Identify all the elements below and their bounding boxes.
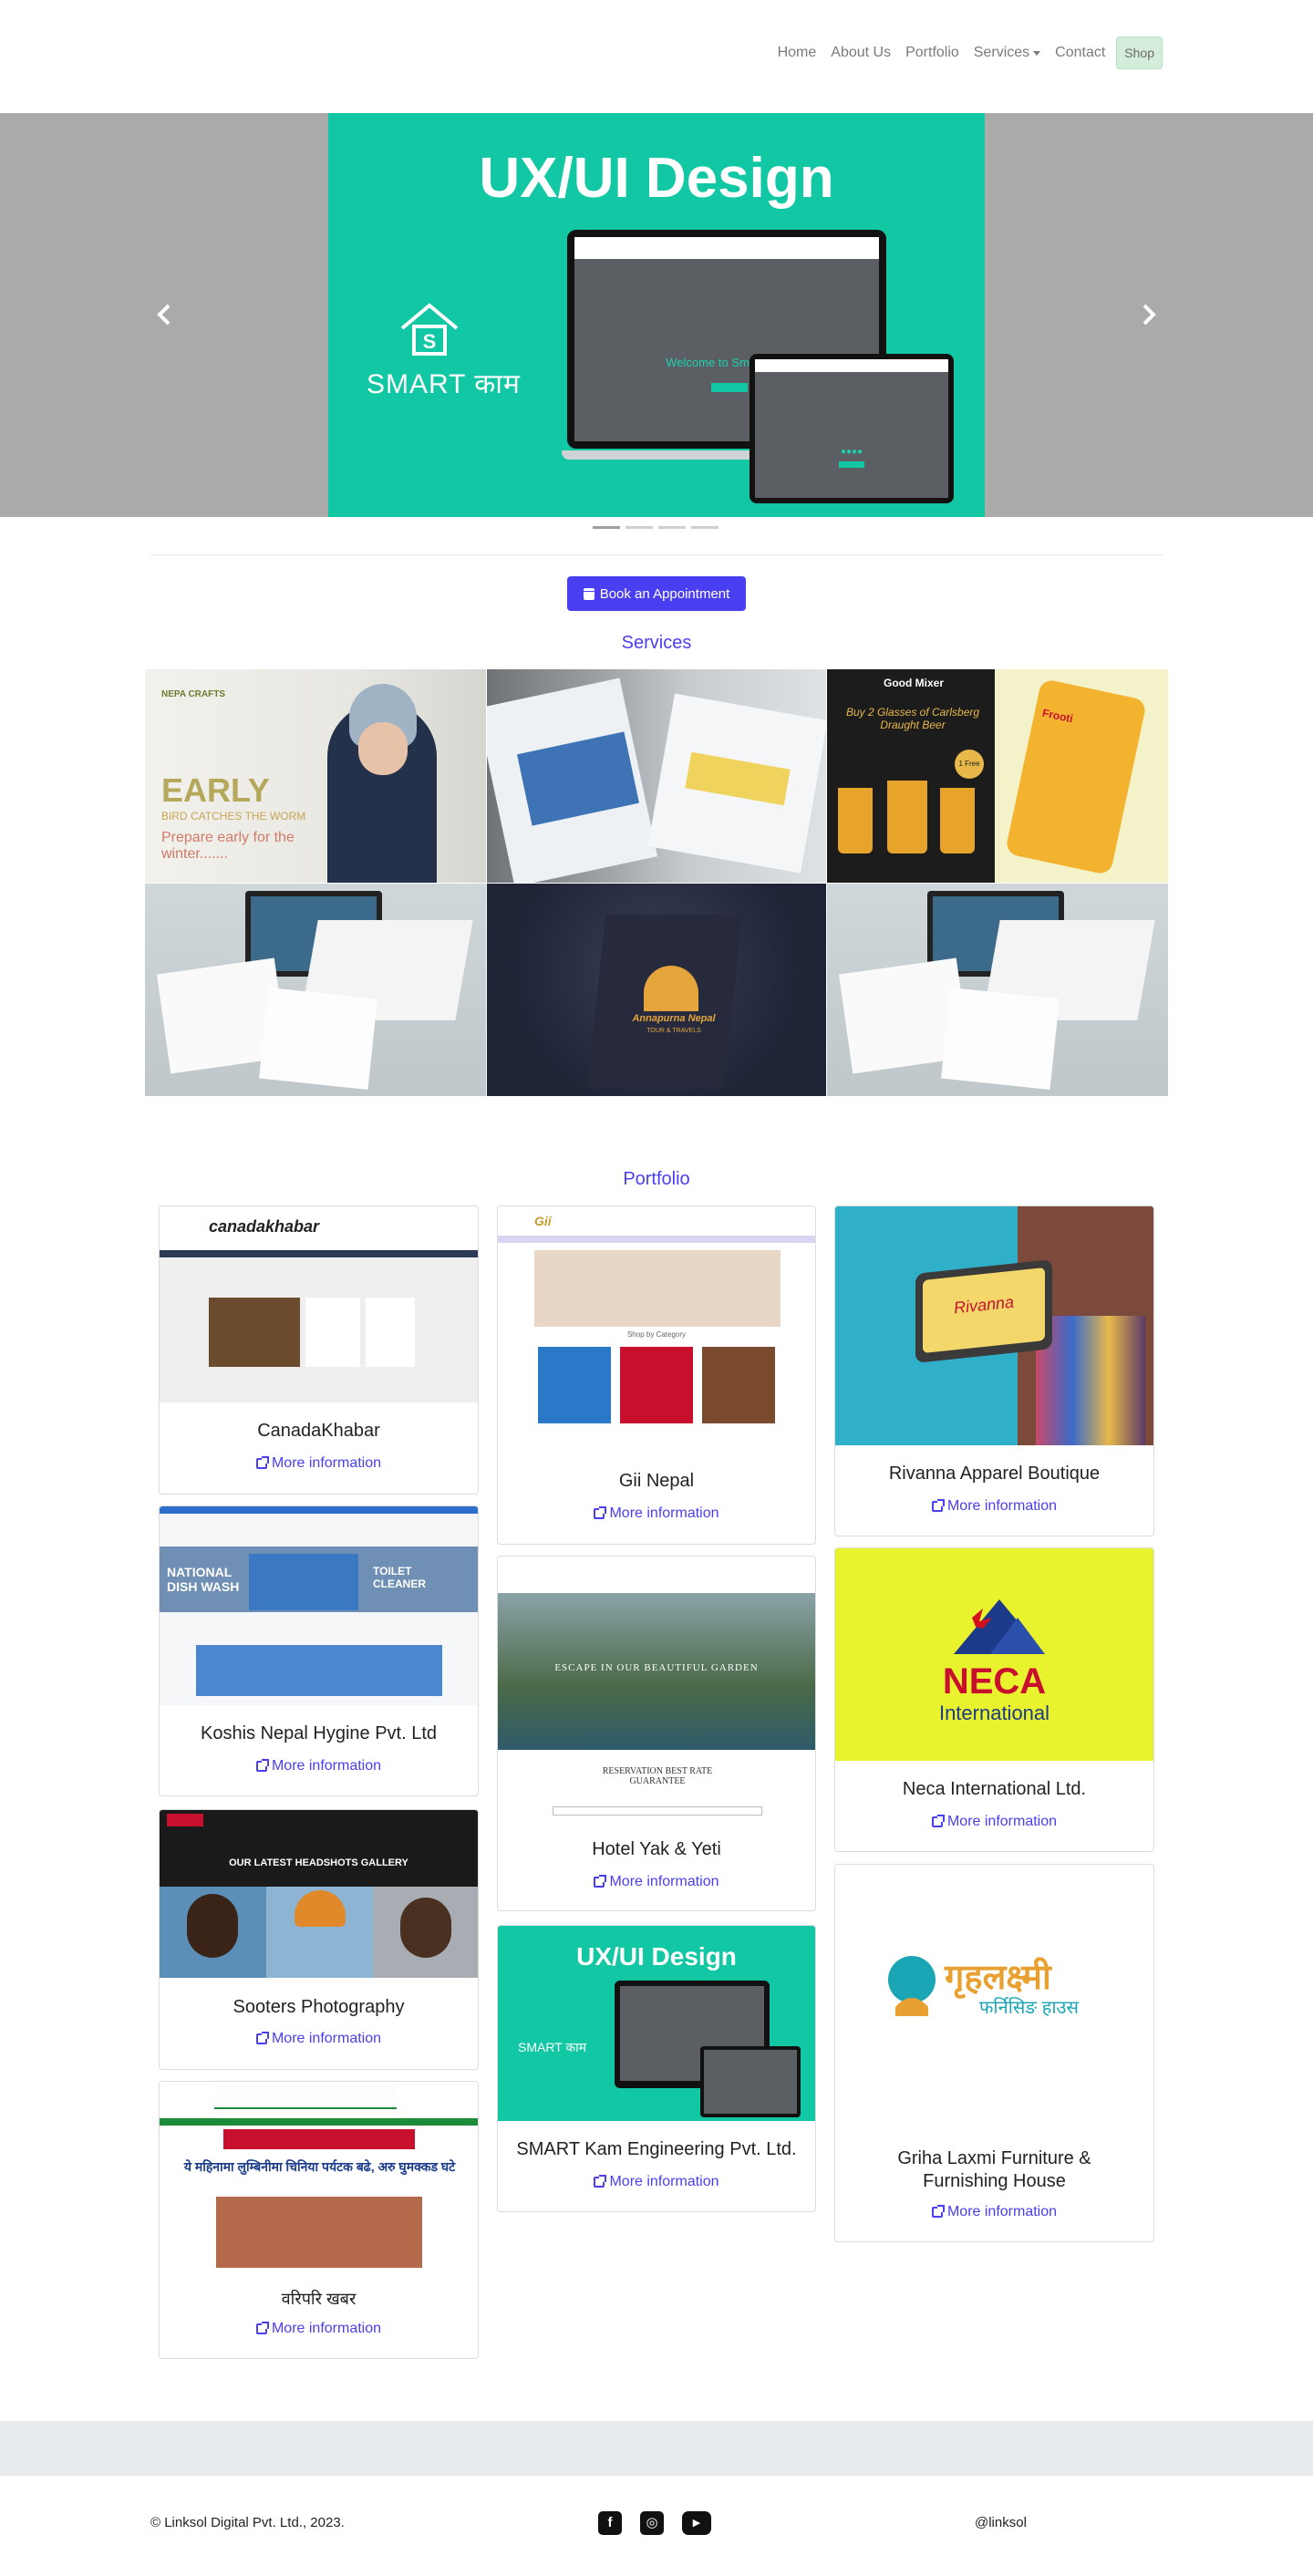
nav-services[interactable]: Services bbox=[967, 37, 1048, 68]
more-info-link-canadakhabar[interactable]: More information bbox=[160, 1455, 478, 1472]
portfolio-thumb-smartkam[interactable]: UX/UI Design SMART काम bbox=[498, 1926, 815, 2121]
external-link-icon bbox=[594, 1506, 607, 1519]
external-link-icon bbox=[931, 2205, 945, 2218]
social-links: f ◎ ▶ bbox=[598, 2511, 711, 2535]
service-image-nepa-crafts[interactable]: NEPA CRAFTS EARLY BIRD CATCHES THE WORM … bbox=[145, 669, 486, 883]
portfolio-title: Portfolio bbox=[623, 1169, 690, 1189]
more-info-link-rivanna[interactable]: More information bbox=[835, 1498, 1153, 1515]
carousel-indicators bbox=[593, 526, 719, 529]
main-nav: Home About Us Portfolio Services Contact… bbox=[770, 36, 1163, 69]
external-link-icon bbox=[255, 2032, 269, 2044]
portfolio-title-koshis: Koshis Nepal Hygine Pvt. Ltd bbox=[200, 1723, 438, 1743]
slide-title: UX/UI Design bbox=[479, 147, 834, 210]
service-image-web-mockup[interactable] bbox=[145, 884, 486, 1096]
portfolio-thumb-koshis[interactable]: NATIONAL DISH WASH TOILET CLEANER bbox=[160, 1506, 478, 1705]
nav-home[interactable]: Home bbox=[770, 37, 824, 68]
nav-contact[interactable]: Contact bbox=[1048, 37, 1112, 68]
youtube-icon[interactable]: ▶ bbox=[682, 2511, 711, 2535]
carousel-indicator-3[interactable] bbox=[658, 526, 686, 529]
book-appointment-button[interactable]: Book an Appointment bbox=[567, 576, 746, 611]
portfolio-card-nepali-news: ये महिनामा लुम्बिनीमा चिनिया पर्यटक बढे,… bbox=[159, 2081, 479, 2359]
caret-down-icon bbox=[1033, 50, 1041, 56]
portfolio-card-smartkam: UX/UI Design SMART काम SMART Kam Enginee… bbox=[497, 1925, 816, 2212]
portfolio-thumb-nepali-news[interactable]: ये महिनामा लुम्बिनीमा चिनिया पर्यटक बढे,… bbox=[160, 2082, 478, 2269]
smartkam-logo: S SMART काम bbox=[367, 301, 540, 401]
more-info-link-smartkam[interactable]: More information bbox=[498, 2174, 815, 2190]
external-link-icon bbox=[931, 1499, 945, 1512]
portfolio-title-canadakhabar: CanadaKhabar bbox=[257, 1421, 380, 1441]
more-info-link-neca[interactable]: More information bbox=[835, 1814, 1153, 1830]
portfolio-title-smartkam: SMART Kam Engineering Pvt. Ltd. bbox=[516, 2139, 797, 2159]
portfolio-thumb-grihalaxmi[interactable]: गृहलक्ष्मी फर्निसिङ हाउस bbox=[835, 1865, 1153, 2129]
portfolio-card-sooters: OUR LATEST HEADSHOTS GALLERY Sooters Pho… bbox=[159, 1809, 479, 2070]
portfolio-thumb-neca[interactable]: NECA International bbox=[835, 1548, 1153, 1761]
more-info-link-sooters[interactable]: More information bbox=[160, 2031, 478, 2047]
portfolio-card-neca: NECA International Neca International Lt… bbox=[834, 1547, 1154, 1852]
service-image-annapurna-card[interactable]: Annapurna Nepal TOUR & TRAVELS bbox=[487, 884, 826, 1096]
portfolio-thumb-hotel-yak[interactable]: ESCAPE IN OUR BEAUTIFUL GARDEN RESERVATI… bbox=[498, 1557, 815, 1821]
carousel-prev-button[interactable] bbox=[150, 301, 178, 328]
house-icon: S bbox=[400, 303, 459, 356]
slide-brand: SMART काम bbox=[367, 369, 522, 399]
social-handle: @linksol bbox=[975, 2515, 1027, 2530]
chevron-left-icon bbox=[157, 304, 171, 326]
nav-about-us[interactable]: About Us bbox=[823, 37, 898, 68]
tablet-mockup: ●●●● bbox=[750, 354, 954, 503]
carousel-indicator-1[interactable] bbox=[593, 526, 620, 529]
portfolio-title-grihalaxmi: Griha Laxmi Furniture & Furnishing House bbox=[897, 2148, 1091, 2191]
portfolio-card-rivanna: Rivanna Rivanna Apparel Boutique More in… bbox=[834, 1205, 1154, 1536]
portfolio-card-grihalaxmi: गृहलक्ष्मी फर्निसिङ हाउस Griha Laxmi Fur… bbox=[834, 1864, 1154, 2242]
external-link-icon bbox=[255, 1456, 269, 1469]
nav-services-label: Services bbox=[973, 45, 1030, 60]
external-link-icon bbox=[255, 2322, 269, 2334]
portfolio-title-hotel-yak: Hotel Yak & Yeti bbox=[592, 1839, 721, 1859]
service-image-good-mixer[interactable]: Good Mixer Buy 2 Glasses of Carlsberg Dr… bbox=[827, 669, 1168, 883]
more-info-link-gii-nepal[interactable]: More information bbox=[498, 1505, 815, 1522]
nav-portfolio[interactable]: Portfolio bbox=[898, 37, 967, 68]
portfolio-thumb-canadakhabar[interactable]: canadakhabar bbox=[160, 1206, 478, 1402]
carousel-next-button[interactable] bbox=[1135, 301, 1163, 328]
portfolio-card-koshis: NATIONAL DISH WASH TOILET CLEANER Koshis… bbox=[159, 1505, 479, 1796]
more-info-link-grihalaxmi[interactable]: More information bbox=[835, 2204, 1153, 2220]
service-image-brochure[interactable] bbox=[487, 669, 826, 883]
external-link-icon bbox=[594, 2175, 607, 2188]
portfolio-title-neca: Neca International Ltd. bbox=[902, 1779, 1087, 1799]
portfolio-title-nepali-news: वरिपरि खबर bbox=[281, 2290, 357, 2308]
more-info-link-koshis[interactable]: More information bbox=[160, 1758, 478, 1774]
service-image-web-mockup-2[interactable] bbox=[827, 884, 1168, 1096]
external-link-icon bbox=[931, 1815, 945, 1827]
book-appointment-label: Book an Appointment bbox=[599, 585, 730, 602]
svg-text:S: S bbox=[423, 330, 437, 353]
more-info-link-nepali-news[interactable]: More information bbox=[160, 2321, 478, 2337]
external-link-icon bbox=[594, 1875, 607, 1888]
portfolio-card-canadakhabar: canadakhabar CanadaKhabar More informati… bbox=[159, 1205, 479, 1495]
calendar-icon bbox=[583, 587, 594, 600]
portfolio-card-hotel-yak: ESCAPE IN OUR BEAUTIFUL GARDEN RESERVATI… bbox=[497, 1556, 816, 1911]
chevron-right-icon bbox=[1142, 304, 1156, 326]
external-link-icon bbox=[255, 1759, 269, 1772]
footer-band bbox=[0, 2421, 1313, 2476]
portfolio-title-rivanna: Rivanna Apparel Boutique bbox=[888, 1464, 1101, 1484]
portfolio-thumb-sooters[interactable]: OUR LATEST HEADSHOTS GALLERY bbox=[160, 1810, 478, 1978]
portfolio-thumb-rivanna[interactable]: Rivanna bbox=[835, 1206, 1153, 1445]
portfolio-title-gii-nepal: Gii Nepal bbox=[618, 1471, 695, 1491]
portfolio-title-sooters: Sooters Photography bbox=[233, 1997, 405, 2017]
portfolio-thumb-gii-nepal[interactable]: Gii Shop by Category bbox=[498, 1206, 815, 1453]
services-title: Services bbox=[621, 633, 692, 653]
carousel-slide: UX/UI Design S SMART काम Welcome to Smar… bbox=[328, 113, 985, 517]
grihalaxmi-logo-icon bbox=[888, 1956, 936, 2016]
copyright-text: © Linksol Digital Pvt. Ltd., 2023. bbox=[150, 2515, 345, 2530]
hero-carousel: UX/UI Design S SMART काम Welcome to Smar… bbox=[0, 113, 1313, 517]
shop-button[interactable]: Shop bbox=[1116, 36, 1163, 69]
facebook-icon[interactable]: f bbox=[598, 2511, 622, 2535]
instagram-icon[interactable]: ◎ bbox=[640, 2511, 664, 2535]
divider bbox=[150, 554, 1163, 555]
portfolio-card-gii-nepal: Gii Shop by Category Gii Nepal More info… bbox=[497, 1205, 816, 1545]
more-info-link-hotel-yak[interactable]: More information bbox=[498, 1874, 815, 1890]
carousel-indicator-4[interactable] bbox=[691, 526, 719, 529]
neca-logo-icon bbox=[954, 1599, 1045, 1654]
carousel-indicator-2[interactable] bbox=[625, 526, 653, 529]
